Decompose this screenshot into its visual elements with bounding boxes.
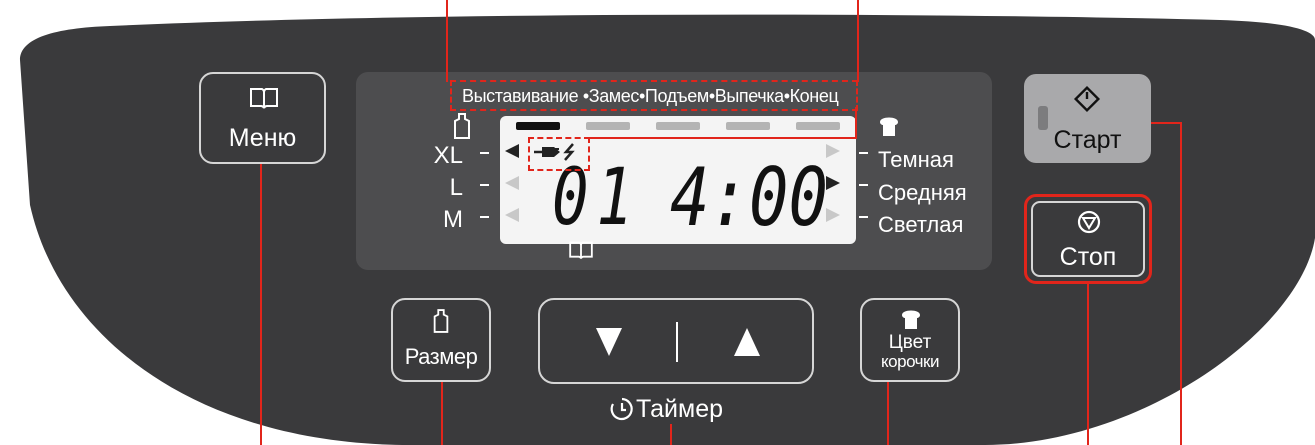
stage-highlight-frame bbox=[450, 80, 858, 111]
callout-line bbox=[441, 382, 443, 445]
size-button[interactable]: Размер bbox=[391, 298, 491, 382]
size-label-m: M bbox=[443, 206, 463, 233]
size-label-l: L bbox=[449, 174, 463, 201]
progress-segment bbox=[516, 122, 560, 130]
start-button[interactable]: Старт bbox=[1024, 74, 1151, 163]
timer-button-group bbox=[538, 298, 814, 384]
timer-up-button[interactable] bbox=[678, 300, 812, 382]
progress-segment bbox=[586, 122, 630, 130]
start-label: Старт bbox=[1053, 126, 1122, 154]
timer-down-button[interactable] bbox=[540, 300, 676, 382]
crust-label-line1: Цвет bbox=[888, 332, 932, 353]
progress-segment bbox=[726, 122, 770, 130]
size-tick bbox=[480, 184, 489, 186]
timer-label: Таймер bbox=[636, 395, 724, 423]
size-label: Размер bbox=[404, 344, 478, 369]
callout-line bbox=[260, 164, 262, 445]
size-indicator-m bbox=[505, 208, 519, 222]
progress-segment bbox=[656, 122, 700, 130]
book-icon bbox=[250, 88, 278, 109]
callout-line bbox=[857, 0, 859, 82]
lcd-screen: 01 4:00 bbox=[500, 116, 856, 244]
loaf-size-icon bbox=[433, 309, 449, 333]
loaf-size-icon bbox=[454, 113, 470, 139]
crust-tick bbox=[859, 184, 868, 186]
clock-icon bbox=[610, 397, 633, 421]
size-tick bbox=[480, 152, 489, 154]
callout-line bbox=[1087, 284, 1089, 445]
power-highlight-frame bbox=[528, 137, 590, 171]
book-icon bbox=[569, 241, 593, 259]
size-label-xl: XL bbox=[433, 142, 463, 169]
callout-line bbox=[587, 137, 857, 139]
crust-indicator-light bbox=[826, 208, 840, 222]
callout-line bbox=[1180, 122, 1182, 445]
timer-display: 4:00 bbox=[670, 151, 828, 244]
crust-indicator-dark bbox=[826, 144, 840, 158]
crust-tick bbox=[859, 152, 868, 154]
crust-color-button[interactable]: Цвет корочки bbox=[860, 298, 960, 382]
bread-icon bbox=[880, 117, 898, 136]
callout-line bbox=[670, 424, 672, 445]
menu-label: Меню bbox=[228, 124, 297, 152]
crust-label-medium: Средняя bbox=[878, 180, 967, 205]
bread-icon bbox=[902, 310, 920, 329]
callout-line bbox=[446, 0, 448, 82]
callout-line bbox=[887, 382, 889, 445]
crust-label-light: Светлая bbox=[878, 212, 964, 237]
callout-line bbox=[1151, 122, 1181, 124]
crust-label-line2: корочки bbox=[881, 352, 939, 371]
size-indicator-l bbox=[505, 176, 519, 190]
callout-line bbox=[855, 107, 857, 137]
triangle-up-icon bbox=[734, 328, 760, 356]
triangle-down-icon bbox=[596, 328, 622, 356]
menu-button[interactable]: Меню bbox=[199, 72, 326, 164]
crust-tick bbox=[859, 216, 868, 218]
stop-button[interactable]: Стоп bbox=[1024, 194, 1152, 284]
stop-label: Стоп bbox=[1059, 243, 1117, 271]
size-tick bbox=[480, 216, 489, 218]
start-icon bbox=[1073, 85, 1101, 113]
size-indicator-xl bbox=[505, 144, 519, 158]
crust-indicator-medium bbox=[826, 176, 840, 190]
crust-label-dark: Темная bbox=[878, 147, 954, 172]
progress-segment bbox=[796, 122, 840, 130]
stop-icon bbox=[1077, 210, 1101, 234]
